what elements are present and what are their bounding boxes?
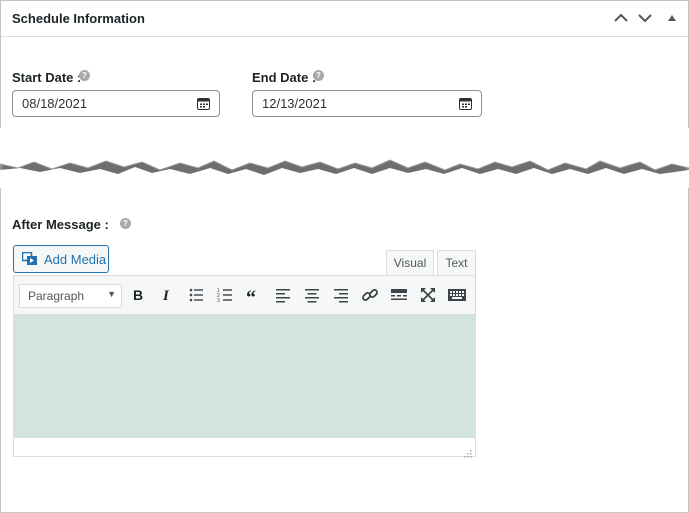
end-date-field[interactable] <box>252 90 482 117</box>
read-more-icon[interactable] <box>389 285 409 305</box>
chevron-down-icon: ▼ <box>107 289 116 299</box>
bullet-list-icon[interactable] <box>186 285 206 305</box>
panel-title: Schedule Information <box>12 11 145 26</box>
triangle-up-icon[interactable] <box>663 9 681 27</box>
keyboard-icon[interactable] <box>447 285 467 305</box>
calendar-icon[interactable] <box>459 97 472 110</box>
format-select[interactable]: Paragraph ▼ <box>19 284 122 308</box>
bold-icon[interactable]: B <box>128 285 148 305</box>
end-date-input[interactable] <box>262 96 432 111</box>
schedule-information-panel: Schedule Information Start Date : ? End … <box>0 0 689 513</box>
panel-header: Schedule Information <box>1 1 688 37</box>
italic-icon[interactable]: I <box>157 285 177 305</box>
link-icon[interactable] <box>360 285 380 305</box>
editor-toolbar: Paragraph ▼ B I 123 “ <box>14 276 475 315</box>
media-icon <box>21 251 38 271</box>
help-icon[interactable]: ? <box>313 70 324 81</box>
add-media-button[interactable]: Add Media <box>13 245 109 273</box>
numbered-list-icon[interactable]: 123 <box>215 285 235 305</box>
svg-text:B: B <box>133 287 143 303</box>
add-media-label: Add Media <box>44 252 107 267</box>
svg-text:“: “ <box>246 287 256 305</box>
align-right-icon[interactable] <box>331 285 351 305</box>
calendar-icon[interactable] <box>197 97 210 110</box>
help-icon[interactable]: ? <box>79 70 90 81</box>
start-date-field[interactable] <box>12 90 220 117</box>
editor-content-area[interactable] <box>14 315 475 438</box>
after-message-label: After Message : <box>12 217 109 232</box>
help-icon[interactable]: ? <box>120 218 131 229</box>
blockquote-icon[interactable]: “ <box>244 285 264 305</box>
end-date-label: End Date : <box>252 70 317 85</box>
tab-visual[interactable]: Visual <box>386 250 434 275</box>
resize-handle-icon[interactable] <box>464 445 472 458</box>
align-center-icon[interactable] <box>302 285 322 305</box>
chevron-up-icon[interactable] <box>612 9 630 27</box>
tab-text[interactable]: Text <box>437 250 476 275</box>
rich-text-editor: Paragraph ▼ B I 123 “ <box>13 275 476 458</box>
align-left-icon[interactable] <box>273 285 293 305</box>
start-date-label: Start Date : <box>12 70 82 85</box>
editor-status-bar <box>14 438 475 458</box>
chevron-down-icon[interactable] <box>636 9 654 27</box>
start-date-input[interactable] <box>22 96 192 111</box>
svg-text:I: I <box>162 288 170 304</box>
svg-text:3: 3 <box>217 298 220 304</box>
fullscreen-icon[interactable] <box>418 285 438 305</box>
torn-edge-divider <box>0 128 689 188</box>
format-select-value: Paragraph <box>28 289 85 303</box>
